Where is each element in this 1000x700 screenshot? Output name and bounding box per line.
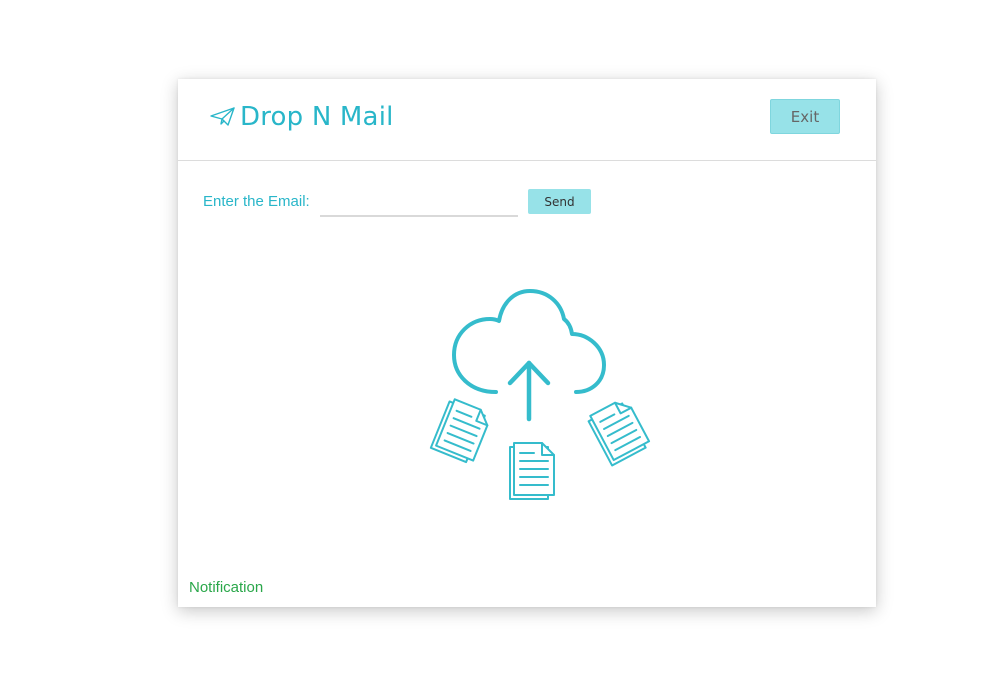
paper-plane-icon xyxy=(210,106,236,128)
notification-text: Notification xyxy=(189,579,264,596)
brand: Drop N Mail xyxy=(210,99,394,135)
send-button[interactable]: Send xyxy=(528,189,591,214)
cloud-upload-documents-icon xyxy=(429,289,651,500)
header: Drop N Mail Exit xyxy=(178,79,876,161)
exit-button[interactable]: Exit xyxy=(770,99,840,134)
app-title: Drop N Mail xyxy=(240,102,394,132)
email-input[interactable] xyxy=(320,189,518,217)
email-row: Enter the Email: Send xyxy=(203,187,853,219)
app-window: Drop N Mail Exit Enter the Email: Send N… xyxy=(178,79,876,607)
upload-drop-zone[interactable] xyxy=(408,279,668,509)
email-label: Enter the Email: xyxy=(203,193,310,210)
